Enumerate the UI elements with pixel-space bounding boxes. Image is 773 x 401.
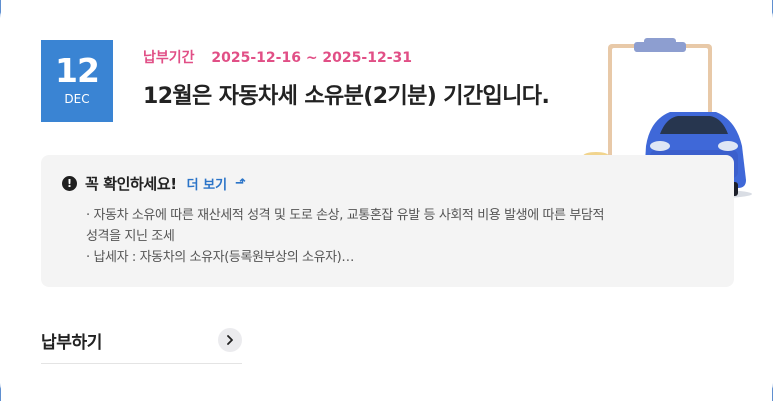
notice-title: 꼭 확인하세요! xyxy=(85,175,177,193)
date-month: DEC xyxy=(64,92,90,106)
tax-notice-card: 12 DEC 납부기간 2025-12-16 ~ 2025-12-31 12월은… xyxy=(0,0,773,401)
pay-button[interactable]: 납부하기 xyxy=(41,324,242,364)
arrow-up-right-icon: ⬏ xyxy=(235,176,246,191)
notice-line: 성격을 지닌 조세 xyxy=(86,229,175,244)
page-title: 12월은 자동차세 소유분(2기분) 기간입니다. xyxy=(143,84,550,109)
notice-header: ! 꼭 확인하세요! 더 보기 ⬏ xyxy=(62,173,246,194)
period-range: 2025-12-16 ~ 2025-12-31 xyxy=(211,50,412,66)
date-badge: 12 DEC xyxy=(41,40,113,122)
notice-box: ! 꼭 확인하세요! 더 보기 ⬏ · 자동차 소유에 따른 재산세적 성격 및… xyxy=(41,155,734,287)
chevron-right-icon[interactable] xyxy=(218,328,242,352)
exclamation-circle-icon: ! xyxy=(62,176,77,191)
payment-period: 납부기간 2025-12-16 ~ 2025-12-31 xyxy=(143,50,412,66)
more-link-label: 더 보기 xyxy=(186,178,228,193)
date-day: 12 xyxy=(55,51,100,90)
more-link[interactable]: 더 보기 ⬏ xyxy=(187,174,246,193)
period-label: 납부기간 xyxy=(143,50,195,66)
notice-body: · 자동차 소유에 따른 재산세적 성격 및 도로 손상, 교통혼잡 유발 등 … xyxy=(86,205,716,268)
pay-label: 납부하기 xyxy=(41,333,102,353)
chevron-right-glyph xyxy=(227,335,233,345)
notice-line: · 납세자 : 자동차의 소유자(등록원부상의 소유자)… xyxy=(86,250,354,265)
notice-line: · 자동차 소유에 따른 재산세적 성격 및 도로 손상, 교통혼잡 유발 등 … xyxy=(86,208,605,223)
